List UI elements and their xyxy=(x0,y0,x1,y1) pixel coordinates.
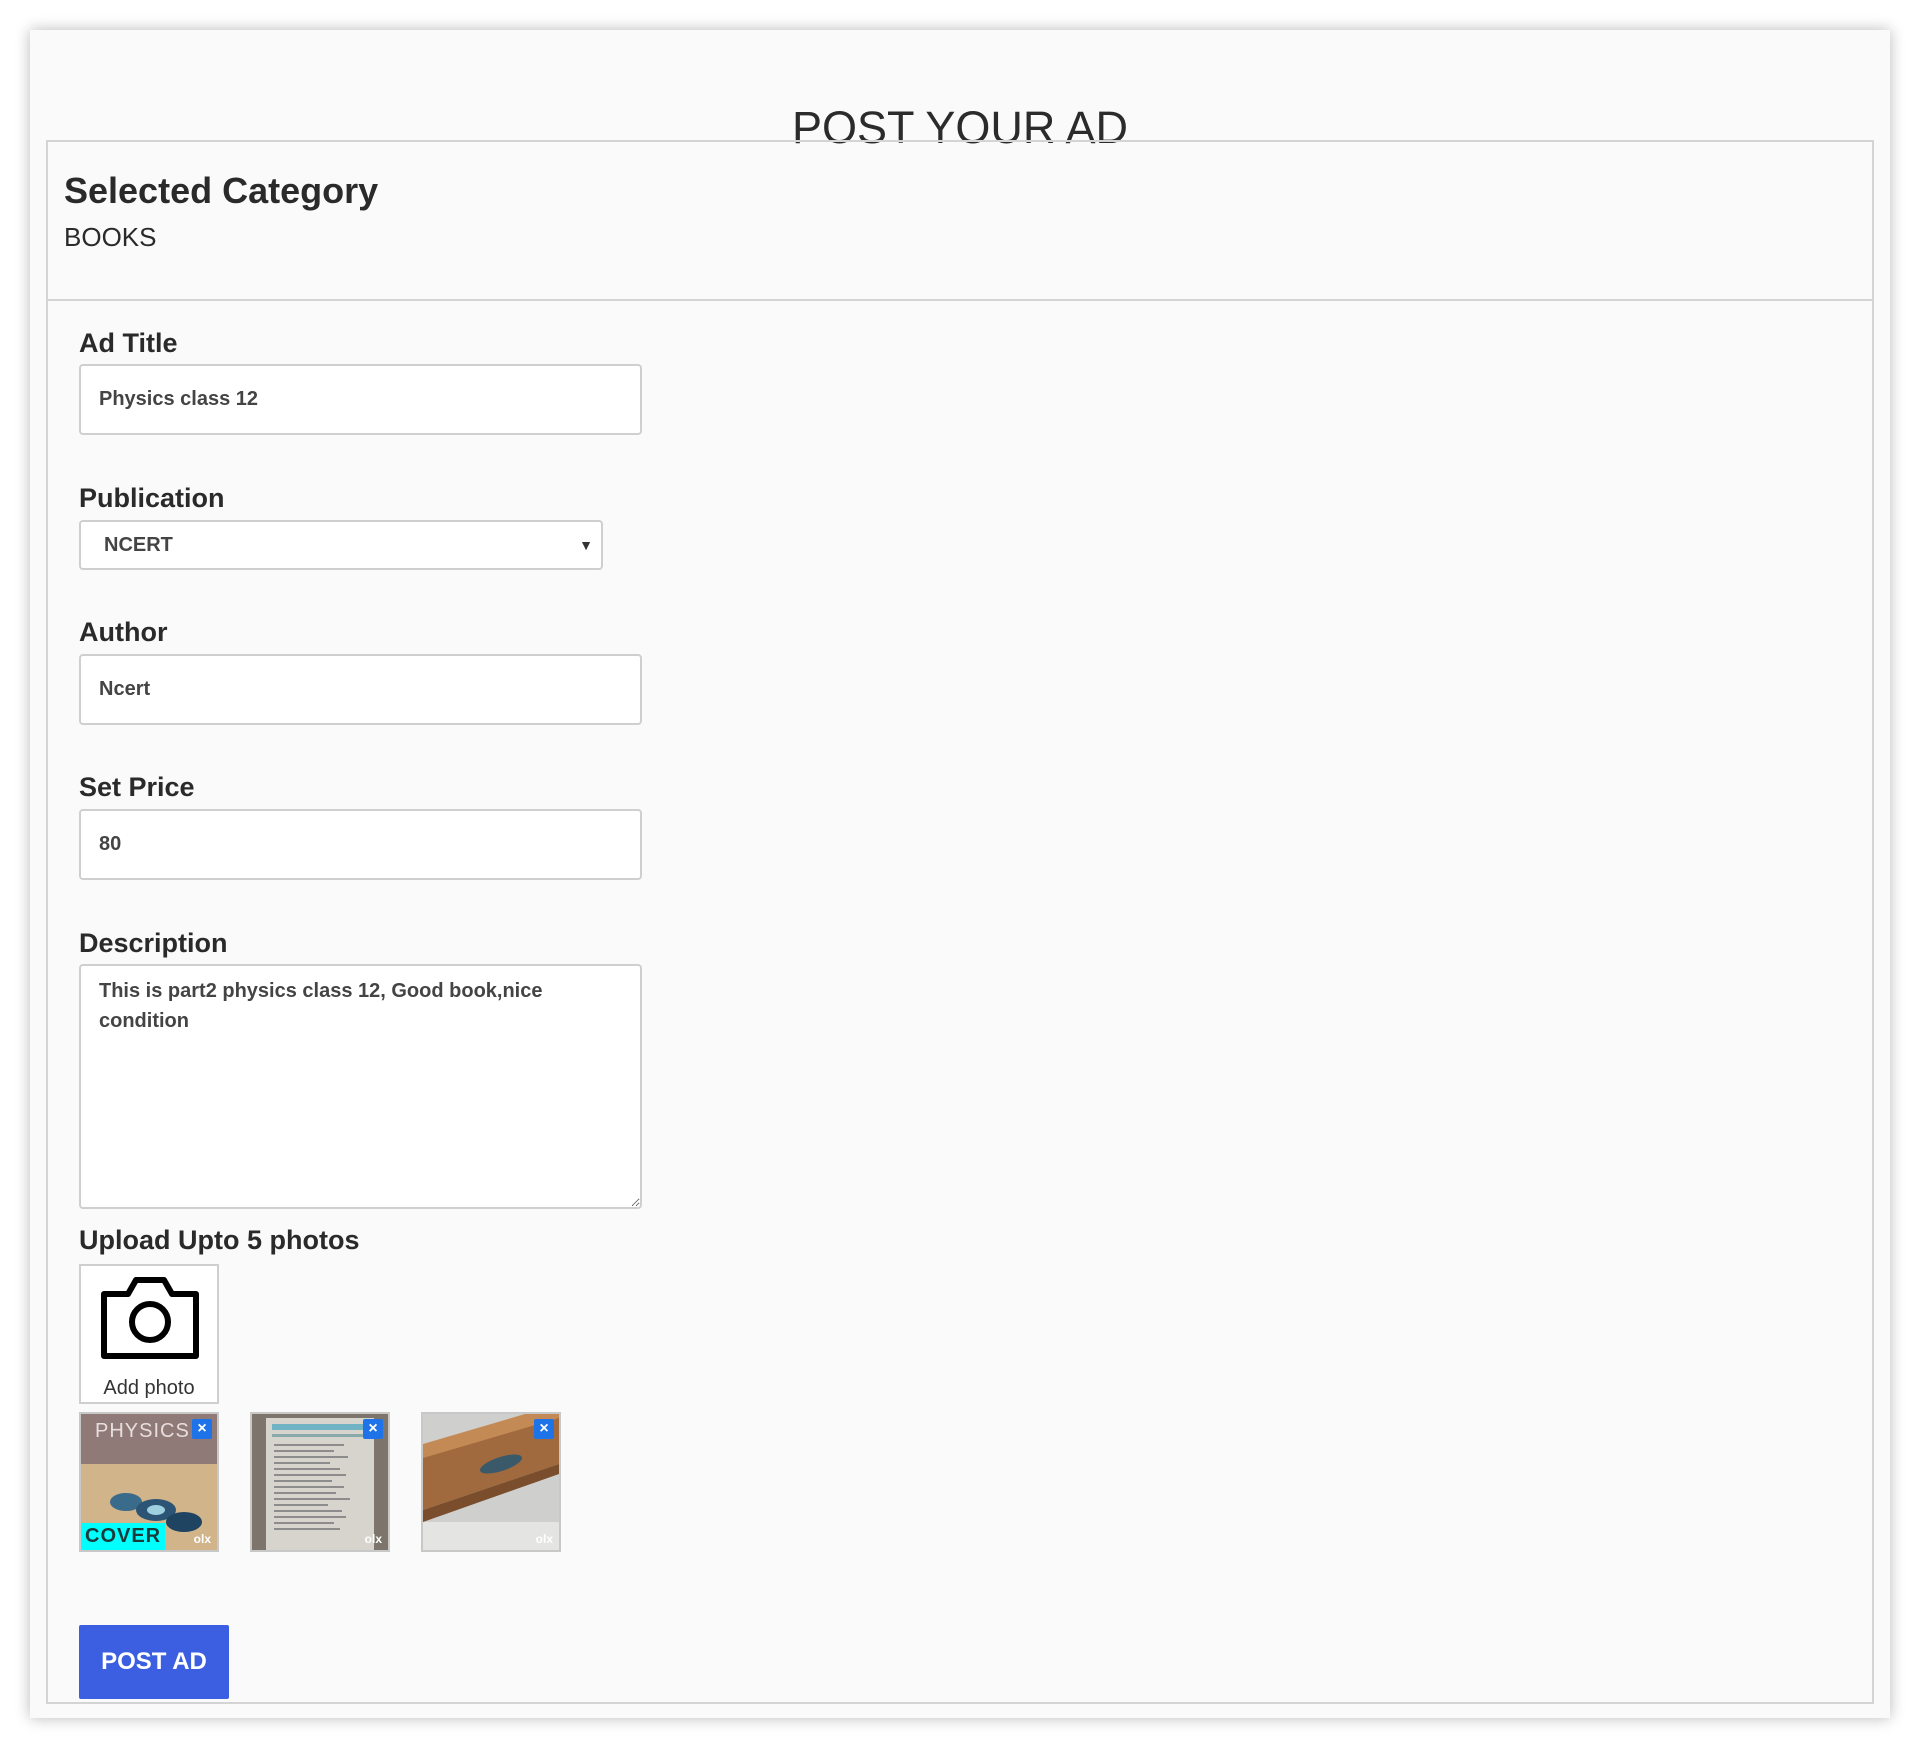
author-label: Author xyxy=(79,617,168,647)
category-heading: Selected Category xyxy=(64,170,379,211)
photo-thumbnail-2[interactable]: × olx xyxy=(250,1412,390,1552)
chevron-down-icon: ▼ xyxy=(579,537,593,553)
photos-label: Upload Upto 5 photos xyxy=(79,1225,360,1255)
price-label: Set Price xyxy=(79,772,195,802)
author-input[interactable] xyxy=(79,654,642,725)
close-icon[interactable]: × xyxy=(363,1419,383,1439)
watermark: olx xyxy=(364,1532,382,1546)
category-value: BOOKS xyxy=(64,222,157,252)
post-ad-button[interactable]: POST AD xyxy=(79,1625,229,1699)
publication-label: Publication xyxy=(79,483,225,513)
post-ad-card: POST YOUR AD Selected Category BOOKS Ad … xyxy=(30,30,1890,1718)
ad-title-label: Ad Title xyxy=(79,328,178,358)
publication-selected-value: NCERT xyxy=(104,534,173,556)
cover-title-text: PHYSICS xyxy=(95,1420,190,1442)
camera-icon xyxy=(101,1277,199,1359)
photo-thumbnail-3[interactable]: × olx xyxy=(421,1412,561,1552)
close-icon[interactable]: × xyxy=(534,1419,554,1439)
add-photo-button[interactable]: Add photo xyxy=(79,1264,219,1404)
ad-form-panel: Selected Category BOOKS Ad Title Publica… xyxy=(46,140,1874,1704)
add-photo-label: Add photo xyxy=(103,1377,195,1399)
publication-select[interactable]: NCERT ▼ xyxy=(79,520,603,570)
price-input[interactable] xyxy=(79,809,642,880)
description-textarea[interactable]: This is part2 physics class 12, Good boo… xyxy=(79,964,642,1209)
divider xyxy=(48,299,1872,301)
watermark: olx xyxy=(535,1532,553,1546)
description-label: Description xyxy=(79,928,228,958)
photo-thumbnail-1[interactable]: PHYSICS × COVER olx xyxy=(79,1412,219,1552)
watermark: olx xyxy=(193,1532,211,1546)
cover-badge: COVER xyxy=(81,1523,166,1550)
selected-category: Selected Category BOOKS xyxy=(64,170,378,253)
close-icon[interactable]: × xyxy=(192,1419,212,1439)
ad-title-input[interactable] xyxy=(79,364,642,435)
